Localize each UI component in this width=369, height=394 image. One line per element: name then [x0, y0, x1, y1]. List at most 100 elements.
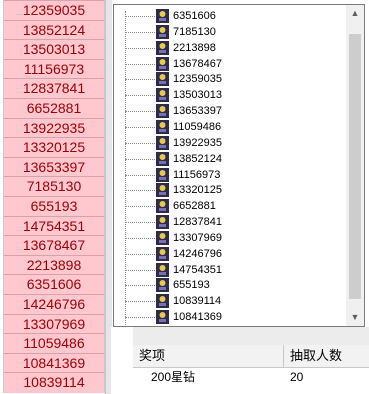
tree-connector [125, 79, 155, 81]
tree-connector [125, 47, 155, 49]
tree-node-label: 6652881 [173, 200, 216, 213]
tree-node[interactable]: 655193 [125, 277, 345, 293]
tree-node-label: 7185130 [173, 25, 216, 38]
tree-node[interactable]: 13320125 [125, 182, 345, 198]
tree-node-label: 655193 [173, 279, 210, 292]
tree-connector [125, 237, 155, 239]
tree-node[interactable]: 14754351 [125, 262, 345, 278]
sheet-cell[interactable]: 12837841 [3, 78, 105, 100]
header-prize[interactable]: 奖项 [133, 345, 284, 368]
node-image-icon [156, 215, 169, 230]
node-image-icon [156, 183, 169, 198]
tree-node-label: 13852124 [173, 152, 222, 165]
tree-node[interactable]: 10839114 [125, 293, 345, 309]
tree-node-label: 6351606 [173, 10, 216, 22]
sheet-cell[interactable]: 12359035 [3, 0, 105, 21]
tree-connector [125, 174, 155, 176]
sheet-cell[interactable]: 10839114 [3, 372, 105, 394]
node-image-icon [156, 119, 169, 134]
tree-connector [125, 31, 155, 33]
tree-node[interactable]: 6351606 [125, 8, 345, 24]
node-image-icon [156, 40, 169, 55]
tree-node[interactable]: 13307969 [125, 230, 345, 246]
node-image-icon [156, 151, 169, 166]
sheet-cell[interactable]: 13320125 [3, 137, 105, 158]
prize-table: 奖项 抽取人数 200星钻 20 [111, 327, 369, 394]
sheet-cell[interactable]: 13307969 [3, 313, 105, 335]
tree-node[interactable]: 13678467 [125, 56, 345, 72]
vertical-scrollbar[interactable]: ▲ ▼ [346, 5, 364, 326]
tree-node[interactable]: 11156973 [125, 167, 345, 183]
tree-node[interactable]: 13653397 [125, 103, 345, 119]
sheet-cell[interactable]: 6652881 [3, 98, 105, 119]
node-image-icon [156, 167, 169, 182]
tree-connector [125, 222, 155, 224]
tree-node[interactable]: 11059486 [125, 119, 345, 135]
tree-node-label: 14246796 [173, 247, 222, 260]
tree-connector [125, 158, 155, 160]
node-image-icon [156, 294, 169, 309]
tree-node-label: 13653397 [173, 105, 222, 118]
tree-node-label: 13320125 [173, 184, 222, 197]
tree-connector [125, 16, 155, 17]
sheet-cell[interactable]: 6351606 [3, 274, 105, 296]
tree-node[interactable]: 12359035 [125, 71, 345, 87]
tree-node-label: 13678467 [173, 57, 222, 70]
tree-node-label: 12837841 [173, 216, 222, 229]
tree-node-label: 13307969 [173, 231, 222, 244]
tree-node-label: 12359035 [173, 73, 222, 86]
header-count[interactable]: 抽取人数 [284, 345, 369, 368]
node-image-icon [156, 310, 169, 325]
spreadsheet-column: 12359035 13852124 13503013 11156973 12837841… [0, 0, 108, 394]
tree-connector [125, 206, 155, 208]
node-image-icon [156, 230, 169, 245]
tree-connector [125, 142, 155, 144]
node-image-icon [156, 262, 169, 277]
tree-connector [125, 269, 155, 271]
sheet-cell[interactable]: 13678467 [3, 235, 105, 256]
tree-node-label: 14754351 [173, 263, 222, 276]
tree-node-label: 11156973 [173, 168, 221, 181]
node-image-icon [156, 56, 169, 71]
tree-node-label: 11059486 [173, 120, 222, 133]
tree-node[interactable]: 6652881 [125, 198, 345, 214]
node-image-icon [156, 72, 169, 87]
sheet-cell[interactable]: 14754351 [3, 215, 105, 237]
node-image-icon [156, 88, 169, 103]
tree-node-label: 13503013 [173, 89, 222, 102]
sheet-cell[interactable]: 11059486 [3, 333, 105, 354]
sheet-cell[interactable]: 10841369 [3, 352, 105, 374]
sheet-cell[interactable]: 655193 [3, 196, 105, 217]
tree-node[interactable]: 13922935 [125, 135, 345, 151]
scroll-thumb[interactable] [349, 34, 361, 299]
cell-count: 20 [290, 370, 304, 384]
cell-prize: 200星钻 [151, 370, 196, 384]
tree-node[interactable]: 13503013 [125, 87, 345, 103]
node-image-icon [156, 199, 169, 214]
sheet-cell[interactable]: 13503013 [3, 39, 105, 60]
tree-node[interactable]: 7185130 [125, 24, 345, 40]
tree-connector [125, 95, 155, 97]
sheet-cell[interactable]: 14246796 [3, 294, 105, 315]
scroll-up-button[interactable]: ▲ [346, 5, 364, 22]
sheet-cell[interactable]: 11156973 [3, 58, 105, 80]
sheet-cell[interactable]: 13653397 [3, 156, 105, 178]
scroll-down-button[interactable]: ▼ [346, 309, 364, 326]
tree-node[interactable]: 12837841 [125, 214, 345, 230]
tree-connector [125, 253, 155, 255]
tree-popup: 6351606 7185130 2213898 13678467 12359035 135… [113, 4, 365, 327]
sheet-cell[interactable]: 13922935 [3, 117, 105, 139]
node-image-icon [156, 278, 169, 293]
tree-connector [125, 111, 155, 113]
tree-node[interactable]: 14246796 [125, 246, 345, 262]
sheet-cell[interactable]: 2213898 [3, 254, 105, 276]
tree-node[interactable]: 13852124 [125, 151, 345, 167]
tree-view[interactable]: 6351606 7185130 2213898 13678467 12359035 135… [114, 5, 346, 326]
sheet-cell[interactable]: 7185130 [3, 176, 105, 198]
sheet-cell[interactable]: 13852124 [3, 19, 105, 41]
tree-connector [125, 317, 155, 319]
tree-connector [125, 190, 155, 192]
node-image-icon [156, 104, 169, 119]
tree-node[interactable]: 10841369 [125, 309, 345, 325]
tree-node[interactable]: 2213898 [125, 40, 345, 56]
